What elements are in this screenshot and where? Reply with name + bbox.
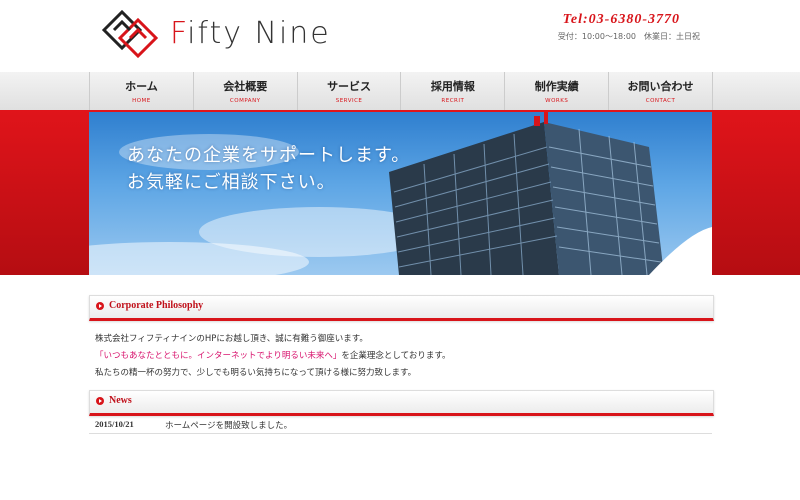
logo-text-rest: ifty Nine	[187, 15, 331, 51]
news-section-header: News	[89, 390, 714, 416]
nav-sublabel: HOME	[132, 98, 151, 104]
nav-label: お問い合わせ	[627, 80, 694, 93]
logo-text: Fifty Nine	[170, 16, 331, 51]
nav-label: 採用情報	[430, 80, 475, 93]
nav-item-contact[interactable]: お問い合わせ CONTACT	[608, 72, 713, 110]
nav-item-service[interactable]: サービス SERVICE	[296, 72, 401, 110]
logo-text-accent: F	[170, 15, 188, 51]
philosophy-text-1: 株式会社フィフティナインのHPにお越し頂き、誠に有難う御座います。	[95, 334, 368, 344]
philosophy-motto-suffix: を企業理念としております。	[341, 351, 451, 361]
arrow-circle-icon	[96, 397, 104, 405]
business-hours: 受付：10:00〜18:00 休業日：土日祝	[557, 32, 700, 41]
hero-banner: あなたの企業をサポートします。 お気軽にご相談下さい。	[89, 112, 712, 275]
phone-number[interactable]: Tel:03-6380-3770	[563, 12, 680, 28]
nav-sublabel: COMPANY	[229, 98, 261, 104]
main-nav: ホーム HOME 会社概要 COMPANY サービス SERVICE 採用情報 …	[89, 72, 713, 110]
philosophy-section-header: Corporate Philosophy	[89, 295, 714, 321]
section-title: Corporate Philosophy	[109, 300, 204, 311]
nav-item-recruit[interactable]: 採用情報 RECRIT	[400, 72, 504, 110]
nav-item-works[interactable]: 制作実績 WORKS	[504, 72, 608, 110]
nav-sublabel: SERVICE	[335, 98, 363, 104]
logo-mark-icon	[101, 9, 159, 58]
arrow-circle-icon	[96, 302, 104, 310]
nav-item-home[interactable]: ホーム HOME	[89, 72, 193, 110]
nav-item-company[interactable]: 会社概要 COMPANY	[192, 72, 297, 110]
section-title: News	[109, 395, 132, 406]
hero-text: あなたの企業をサポートします。 お気軽にご相談下さい。	[127, 142, 410, 196]
nav-sublabel: WORKS	[545, 98, 569, 104]
hero-line-1: あなたの企業をサポートします。	[127, 145, 411, 166]
philosophy-motto: 「いつもあなたとともに。インターネットでより明るい未来へ」	[95, 351, 342, 361]
hero-line-2: お気軽にご相談下さい。	[127, 172, 336, 193]
news-date: 2015/10/21	[95, 419, 134, 429]
philosophy-text-3: 私たちの精一杯の努力で、少しでも明るい気持ちになって頂ける様に努力致します。	[95, 368, 417, 378]
nav-sublabel: CONTACT	[645, 98, 676, 104]
news-item[interactable]: 2015/10/21 ホームページを開設致しました。	[89, 415, 712, 434]
header: Fifty Nine Tel:03-6380-3770 受付：10:00〜18:…	[0, 0, 800, 72]
news-text: ホームページを開設致しました。	[165, 421, 293, 431]
nav-bar: ホーム HOME 会社概要 COMPANY サービス SERVICE 採用情報 …	[0, 72, 800, 111]
nav-sublabel: RECRIT	[441, 98, 465, 104]
nav-label: 制作実績	[534, 80, 579, 93]
nav-label: サービス	[327, 80, 372, 93]
philosophy-text-2: 「いつもあなたとともに。インターネットでより明るい未来へ」を企業理念としておりま…	[95, 349, 451, 361]
nav-label: 会社概要	[223, 80, 268, 93]
nav-label: ホーム	[125, 80, 158, 93]
logo[interactable]: Fifty Nine	[100, 8, 331, 58]
